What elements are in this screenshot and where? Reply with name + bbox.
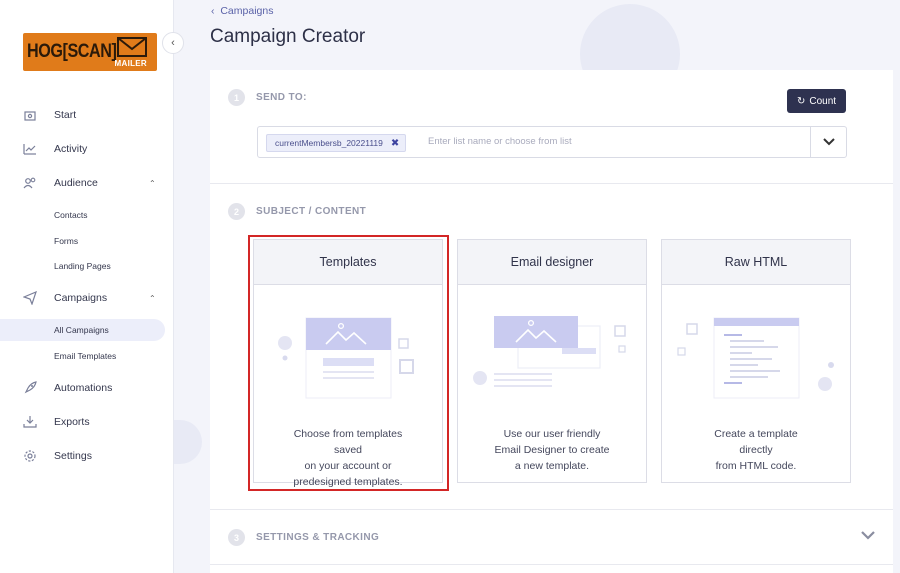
sidebar-subitem-landing-pages[interactable]: Landing Pages: [0, 255, 165, 277]
step-title-subject-content: SUBJECT / CONTENT: [256, 206, 367, 217]
breadcrumb[interactable]: ‹ Campaigns: [211, 5, 273, 17]
step-number: 1: [228, 89, 245, 106]
sidebar-item-settings[interactable]: Settings: [0, 444, 174, 468]
chevron-down-icon[interactable]: [861, 528, 875, 543]
chip-label: currentMembersb_20221119: [275, 138, 383, 148]
chevron-up-icon[interactable]: ⌃: [149, 294, 156, 303]
sidebar-item-label: Activity: [54, 143, 88, 155]
sidebar-item-automations[interactable]: Automations: [0, 376, 174, 400]
sidebar-item-label: Settings: [54, 450, 92, 462]
description-line: from HTML code.: [715, 460, 797, 472]
sidebar-item-label: Start: [54, 109, 77, 121]
sidebar-subitem-all-campaigns[interactable]: All Campaigns: [0, 319, 165, 341]
description-line: directly: [739, 444, 773, 456]
logo-subtext: MAILER: [114, 59, 147, 68]
option-description: Create a template directly from HTML cod…: [670, 426, 842, 474]
users-icon: [22, 175, 38, 191]
description-line: Use our user friendly: [503, 428, 601, 440]
sidebar-item-label: Exports: [54, 416, 90, 428]
remove-chip-icon[interactable]: ✖: [391, 138, 399, 149]
chart-icon: [22, 141, 38, 157]
page-title: Campaign Creator: [210, 26, 366, 47]
sidebar-item-audience[interactable]: Audience ⌃: [0, 171, 174, 195]
description-line: Create a template: [714, 428, 798, 440]
divider: [210, 564, 893, 565]
divider: [210, 509, 893, 510]
sidebar-subitem-forms[interactable]: Forms: [0, 230, 165, 252]
logo-text: HOG[SCAN]: [27, 41, 117, 62]
rocket-icon: [22, 380, 38, 396]
collapse-sidebar-button[interactable]: ‹: [162, 32, 184, 54]
sidebar-subitem-email-templates[interactable]: Email Templates: [0, 345, 165, 367]
send-icon: [22, 290, 38, 306]
step-title-settings-tracking[interactable]: SETTINGS & TRACKING: [256, 532, 379, 543]
count-button-label: Count: [809, 95, 837, 107]
selected-list-chip: currentMembersb_20221119 ✖: [266, 134, 407, 152]
sidebar-subitem-contacts[interactable]: Contacts: [0, 204, 165, 226]
sidebar-item-activity[interactable]: Activity: [0, 137, 174, 161]
sidebar-item-label: Campaigns: [54, 292, 108, 304]
home-icon: [22, 107, 38, 123]
email-designer-illustration: [473, 316, 626, 387]
download-icon: [22, 414, 38, 430]
campaign-creator-card: 1 SEND TO: ↻ Count currentMembersb_20221…: [210, 70, 893, 573]
raw-html-illustration: [677, 317, 834, 399]
sidebar-subitem-label: Forms: [54, 236, 79, 246]
sidebar-item-label: Audience: [54, 177, 98, 189]
step-title-send-to: SEND TO:: [256, 92, 307, 103]
breadcrumb-link[interactable]: Campaigns: [220, 5, 273, 17]
option-title: Email designer: [458, 240, 646, 285]
option-description: Use our user friendly Email Designer to …: [466, 426, 638, 474]
logo[interactable]: HOG[SCAN] MAILER: [23, 33, 157, 71]
selection-highlight: [248, 235, 449, 491]
chevron-up-icon[interactable]: ⌃: [149, 179, 156, 188]
step-number: 2: [228, 203, 245, 220]
refresh-icon: ↻: [796, 95, 806, 107]
sidebar-item-campaigns[interactable]: Campaigns ⌃: [0, 286, 174, 310]
description-line: Email Designer to create: [494, 444, 610, 456]
count-button[interactable]: ↻ Count: [787, 89, 846, 113]
sidebar-subitem-label: Email Templates: [54, 351, 117, 361]
background-decoration: [174, 420, 202, 464]
chevron-left-icon: ‹: [211, 5, 221, 17]
gear-icon: [22, 448, 38, 464]
sidebar-item-start[interactable]: Start: [0, 103, 174, 127]
sidebar: HOG[SCAN] MAILER Start Activity Audience…: [0, 0, 174, 573]
sidebar-subitem-label: All Campaigns: [54, 325, 109, 335]
raw-html-option-card[interactable]: Raw HTML Create a template directly from…: [661, 239, 851, 483]
chevron-down-icon[interactable]: [810, 127, 846, 157]
description-line: a new template.: [514, 460, 590, 472]
list-input-placeholder[interactable]: Enter list name or choose from list: [428, 136, 572, 147]
email-designer-option-card[interactable]: Email designer Use our user friendly Ema…: [457, 239, 647, 483]
list-select-input[interactable]: currentMembersb_20221119 ✖ Enter list na…: [257, 126, 847, 158]
divider: [210, 183, 893, 184]
step-number: 3: [228, 529, 245, 546]
envelope-icon: [117, 37, 147, 57]
sidebar-item-label: Automations: [54, 382, 113, 394]
option-title: Raw HTML: [662, 240, 850, 285]
sidebar-subitem-label: Landing Pages: [54, 261, 111, 271]
sidebar-subitem-label: Contacts: [54, 210, 88, 220]
sidebar-item-exports[interactable]: Exports: [0, 410, 174, 434]
